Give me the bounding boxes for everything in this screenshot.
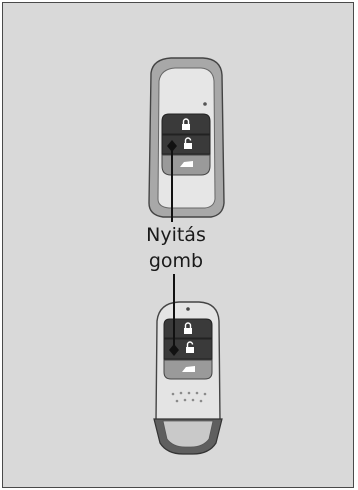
unlock-button-callout: Nyitás gomb (131, 222, 221, 274)
callout-line-1: Nyitás (146, 224, 206, 246)
smart-indicator-light (186, 307, 190, 311)
smart-key-fob (153, 301, 223, 455)
callout-line-2: gomb (148, 250, 204, 272)
indicator-light (203, 102, 207, 106)
smart-fob-cap-inner (162, 420, 214, 448)
diagram-panel: Nyitás gomb (2, 2, 354, 488)
folding-key-fob (148, 57, 225, 218)
